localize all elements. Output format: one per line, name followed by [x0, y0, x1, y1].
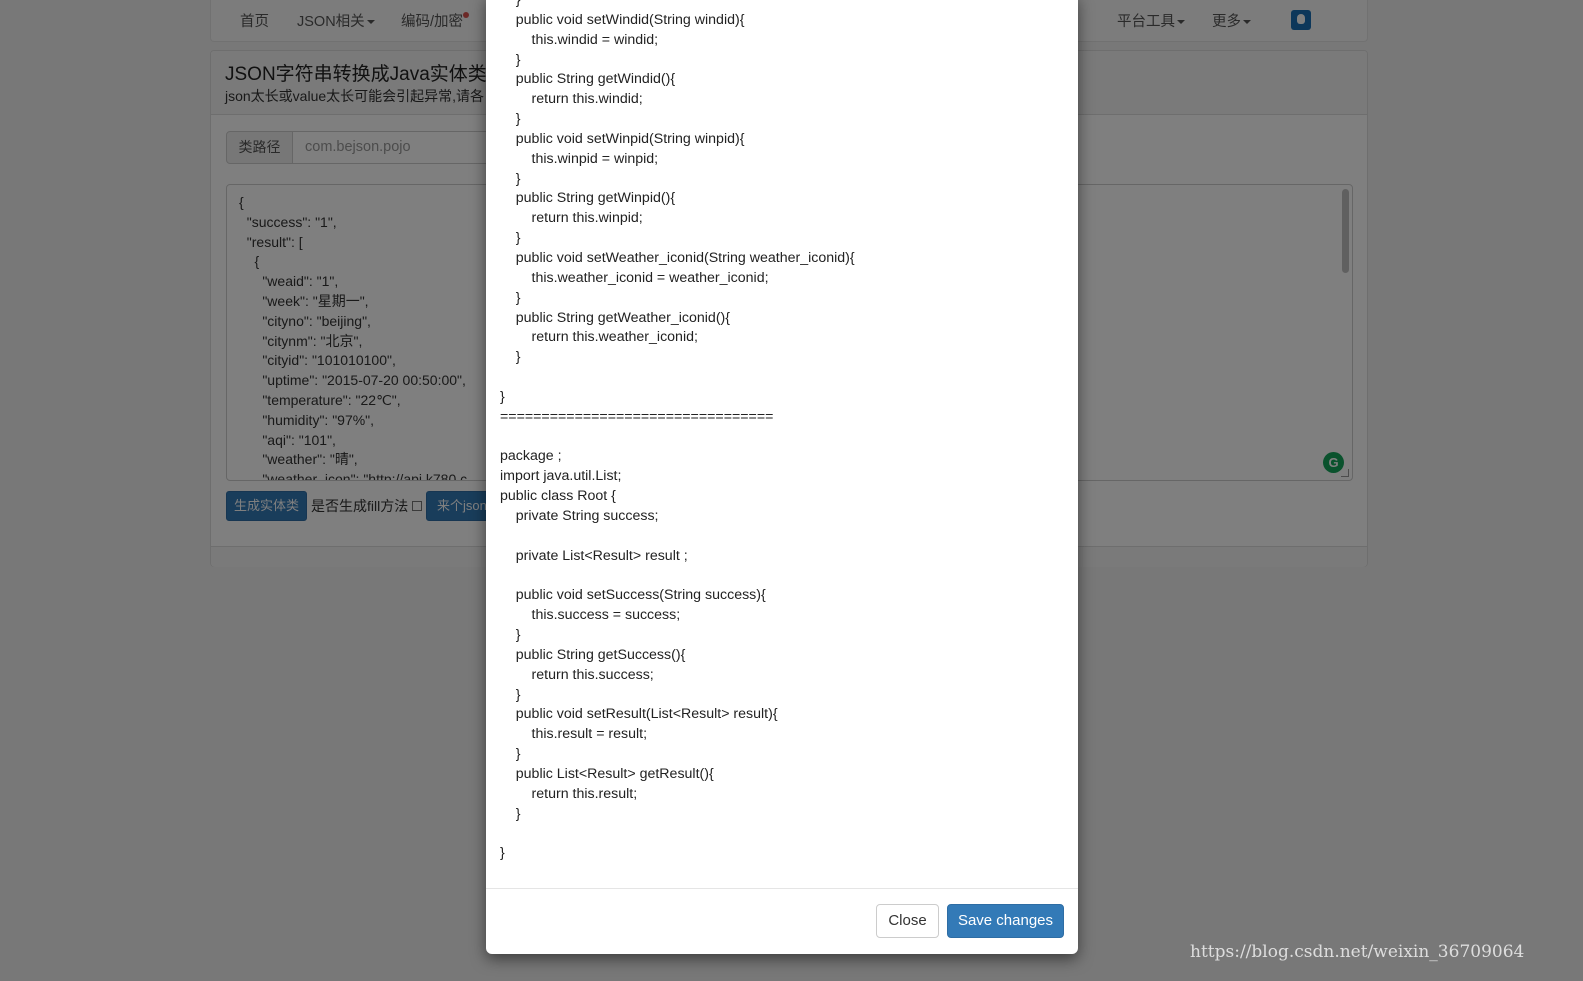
save-changes-button[interactable]: Save changes: [947, 904, 1064, 938]
close-button[interactable]: Close: [876, 904, 939, 938]
modal-footer: Close Save changes: [486, 888, 1078, 954]
modal-body: } public void setWindid(String windid){ …: [486, 0, 1078, 888]
csdn-watermark: https://blog.csdn.net/weixin_36709064: [1190, 942, 1525, 962]
generated-java-code: } public void setWindid(String windid){ …: [500, 0, 855, 862]
result-modal: } public void setWindid(String windid){ …: [486, 0, 1078, 954]
